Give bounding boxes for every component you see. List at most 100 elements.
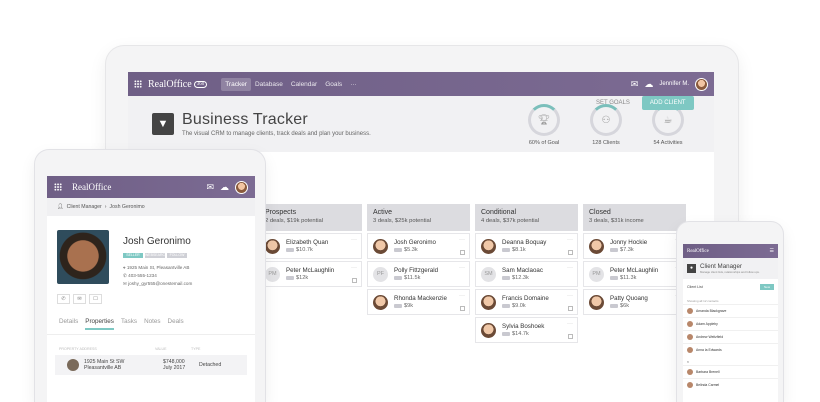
tab-tasks[interactable]: Tasks <box>121 318 137 330</box>
apps-grid-icon[interactable] <box>134 80 142 88</box>
client-profile: Josh Geronimo SELLER WEBSEARCH FOLLOW UP… <box>47 216 255 288</box>
more-icon[interactable]: ··· <box>459 293 465 299</box>
table-row[interactable]: 1925 Main St SW Pleasantville AB $748,00… <box>55 355 247 375</box>
notifications-icon[interactable]: ✉ <box>631 79 639 90</box>
call-button[interactable]: ✆ <box>57 294 70 304</box>
more-icon[interactable]: ··· <box>351 237 357 243</box>
deal-card[interactable]: Patty Quoang $6k ··· <box>583 289 686 315</box>
list-item[interactable]: Andrew Weitzfield <box>683 330 778 343</box>
deal-card[interactable]: Sylvia Boshoek $14.7k ··· <box>475 317 578 343</box>
menu-icon[interactable]: ☰ <box>770 248 774 254</box>
properties-table-header: Property Address Value Type <box>47 335 255 355</box>
stat-activities[interactable]: ☕︎ 54 Activities <box>644 104 692 146</box>
stat-goal[interactable]: 🏆︎ 60% of Goal <box>520 104 568 146</box>
tab-properties[interactable]: Properties <box>85 318 114 330</box>
tag-chip <box>502 248 510 252</box>
column-header: Property Address <box>59 347 97 351</box>
phone-navbar: RealOffice ☰ <box>683 244 778 258</box>
deal-card[interactable]: Deanna Boquay $8.1k ··· <box>475 233 578 259</box>
deal-name: Elizabeth Quan <box>286 239 329 246</box>
avatar <box>687 308 693 314</box>
nav-more[interactable]: ··· <box>346 78 361 91</box>
user-name[interactable]: Jennifer M. <box>659 81 689 87</box>
email-button[interactable]: ✉ <box>73 294 86 304</box>
nav-tracker[interactable]: Tracker <box>221 77 251 91</box>
client-tags: SELLER WEBSEARCH FOLLOW UP <box>123 253 192 262</box>
deal-value: $7.3k <box>620 247 634 253</box>
property-type: Detached <box>199 362 222 368</box>
deal-card[interactable]: Francis Domaine $9.0k ··· <box>475 289 578 315</box>
list-item[interactable]: Belinda Carmel <box>683 378 778 391</box>
funnel-icon: ▼ <box>152 113 174 135</box>
calendar-icon[interactable] <box>352 278 357 283</box>
client-email: joshy_gyr555@onestemail.com <box>128 281 193 286</box>
tag-chip[interactable]: SELLER <box>123 253 143 258</box>
apps-grid-icon[interactable] <box>54 183 62 191</box>
more-icon[interactable]: ··· <box>567 293 573 299</box>
tab-details[interactable]: Details <box>59 318 78 330</box>
user-icon: 👤︎ <box>57 204 64 210</box>
list-item[interactable]: Barbara Brenell <box>683 365 778 378</box>
nav-calendar[interactable]: Calendar <box>287 78 321 91</box>
nav-goals[interactable]: Goals <box>321 78 346 91</box>
deal-card[interactable]: Jonny Hockie $7.3k ··· <box>583 233 686 259</box>
calendar-icon[interactable] <box>568 306 573 311</box>
tag-chip <box>610 304 618 308</box>
deal-card[interactable]: PF Polly Fittzgerald $11.5k ··· <box>367 261 470 287</box>
client-name: Amanda Blackgrave <box>696 309 727 313</box>
client-name: Belinda Carmel <box>696 383 720 387</box>
tag-chip <box>502 276 510 280</box>
user-avatar[interactable] <box>695 77 708 91</box>
tag-chip[interactable]: WEBSEARCH <box>145 253 168 258</box>
deal-card[interactable]: Rhonda Mackenzie $9k ··· <box>367 289 470 315</box>
add-client-button[interactable]: ADD CLIENT <box>641 96 694 110</box>
client-address: 1925 Main St, Pleasantville AB <box>126 265 190 270</box>
deal-card[interactable]: Josh Geronimo $5.3k ··· <box>367 233 470 259</box>
user-avatar[interactable] <box>235 180 248 194</box>
deal-value: $11.5k <box>404 275 421 281</box>
calendar-icon[interactable] <box>568 250 573 255</box>
tab-notes[interactable]: Notes <box>144 318 160 330</box>
tab-deals[interactable]: Deals <box>168 318 184 330</box>
new-client-button[interactable]: New <box>759 284 774 290</box>
deal-card[interactable]: SM Sam Maclaoac $12.3k ··· <box>475 261 578 287</box>
calendar-icon[interactable] <box>460 250 465 255</box>
list-item[interactable]: Amanda Blackgrave <box>683 304 778 317</box>
more-icon[interactable]: ··· <box>567 265 573 271</box>
deal-card[interactable]: PM Peter McLaughlin $12k ··· <box>259 261 362 287</box>
deal-name: Polly Fittzgerald <box>394 267 439 274</box>
calendar-icon[interactable] <box>460 306 465 311</box>
nav-database[interactable]: Database <box>251 78 287 91</box>
deal-name: Peter McLaughlin <box>610 267 659 274</box>
calendar-icon[interactable] <box>568 334 573 339</box>
deal-card[interactable]: Elizabeth Quan $10.7k ··· <box>259 233 362 259</box>
column-summary: 3 deals, $25k potential <box>373 218 432 224</box>
deal-value: $9.0k <box>512 303 526 309</box>
more-icon[interactable]: ··· <box>567 321 573 327</box>
top-navbar: RealOffice 360 Tracker Database Calendar… <box>128 72 714 96</box>
more-icon[interactable]: ··· <box>459 265 465 271</box>
deal-name: Sylvia Boshoek <box>502 323 545 330</box>
brand-logo[interactable]: RealOffice <box>72 182 111 192</box>
message-button[interactable]: ☐ <box>89 294 102 304</box>
brand-logo[interactable]: RealOffice 360 <box>148 79 208 90</box>
chat-icon[interactable]: ☁ <box>644 79 653 90</box>
more-icon[interactable]: ··· <box>459 237 465 243</box>
client-phone: 403-555-1234 <box>128 273 157 278</box>
chat-icon[interactable]: ☁ <box>220 182 229 193</box>
notifications-icon[interactable]: ✉ <box>206 182 214 193</box>
deal-card[interactable]: PM Peter McLaughlin $11.3k ··· <box>583 261 686 287</box>
more-icon[interactable]: ··· <box>567 237 573 243</box>
set-goals-button[interactable]: SET GOALS <box>590 96 636 110</box>
brand-logo[interactable]: RealOffice <box>687 249 709 254</box>
column-prospects: Prospects 2 deals, $19k potential Elizab… <box>259 204 362 343</box>
deal-value: $12.3k <box>512 275 529 281</box>
tag-chip[interactable]: FOLLOW UP <box>167 253 187 262</box>
more-icon[interactable]: ··· <box>351 265 357 271</box>
page-title: Client Manager <box>700 263 742 270</box>
stat-clients[interactable]: ⚇ 128 Clients <box>582 104 630 146</box>
list-item[interactable]: Adam Appleby <box>683 317 778 330</box>
breadcrumb-item[interactable]: Client Manager <box>67 204 102 210</box>
list-item[interactable]: Anna la Edwards <box>683 343 778 356</box>
avatar: PF <box>373 266 388 282</box>
